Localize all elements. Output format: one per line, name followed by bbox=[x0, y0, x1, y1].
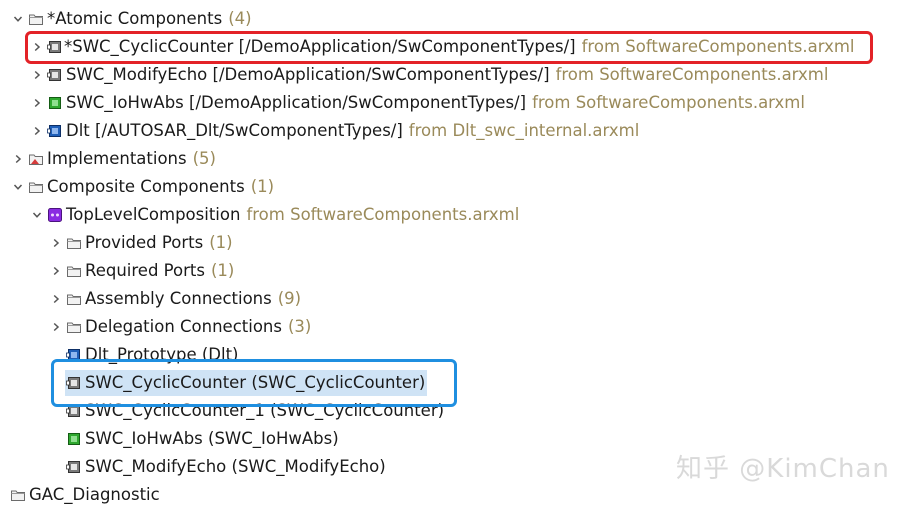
tree-node-assembly-connections[interactable]: Assembly Connections (9) bbox=[47, 285, 301, 313]
component-icon-blue bbox=[47, 123, 63, 139]
tree-node-count: (1) bbox=[250, 177, 275, 196]
tree-node-source: from SoftwareComponents.arxml bbox=[581, 37, 855, 56]
tree-node-label: GAC_Diagnostic bbox=[29, 485, 160, 504]
tree-node-swc-modifyecho-prototype[interactable]: SWC_ModifyEcho (SWC_ModifyEcho) bbox=[47, 453, 386, 481]
chevron-right-icon[interactable] bbox=[9, 145, 27, 173]
tree-node-swc-modifyecho[interactable]: SWC_ModifyEcho [/DemoApplication/SwCompo… bbox=[28, 61, 828, 89]
tree-node-count: (5) bbox=[192, 149, 216, 168]
tree-node-label: SWC_CyclicCounter_1 (SWC_CyclicCounter) bbox=[85, 401, 445, 420]
chevron-right-icon[interactable] bbox=[28, 89, 46, 117]
tree-node-implementations[interactable]: Implementations (5) bbox=[9, 145, 216, 173]
tree-node-source: from Dlt_swc_internal.arxml bbox=[408, 121, 640, 140]
tree-node-dlt[interactable]: Dlt [/AUTOSAR_Dlt/SwComponentTypes/] fro… bbox=[28, 117, 639, 145]
tree-node-atomic-components[interactable]: *Atomic Components (4) bbox=[9, 5, 252, 33]
tree-node-composite-components[interactable]: Composite Components (1) bbox=[9, 173, 274, 201]
component-icon-gray bbox=[66, 403, 82, 419]
folder-icon bbox=[10, 487, 26, 503]
component-icon-gray bbox=[47, 39, 63, 55]
tree-node-label: Dlt [/AUTOSAR_Dlt/SwComponentTypes/] bbox=[66, 121, 403, 140]
tree-node-label: Assembly Connections bbox=[85, 289, 272, 308]
tree-node-label: TopLevelComposition bbox=[66, 205, 241, 224]
chevron-down-icon[interactable] bbox=[9, 173, 27, 201]
chevron-right-icon[interactable] bbox=[47, 285, 65, 313]
folder-icon bbox=[28, 11, 44, 27]
tree-node-count: (1) bbox=[209, 233, 233, 252]
component-icon-blue bbox=[66, 347, 82, 363]
tree-node-dlt-prototype[interactable]: Dlt_Prototype (Dlt) bbox=[47, 341, 239, 369]
folder-icon bbox=[28, 179, 44, 195]
folder-icon bbox=[66, 319, 82, 335]
tree-node-swc-cycliccounter-prototype[interactable]: SWC_CyclicCounter (SWC_CyclicCounter) bbox=[47, 369, 428, 397]
folder-icon bbox=[66, 291, 82, 307]
watermark: 知乎 @KimChan bbox=[676, 454, 890, 484]
component-icon-gray bbox=[47, 67, 63, 83]
tree-node-label: Implementations bbox=[47, 149, 187, 168]
tree-node-source: from SoftwareComponents.arxml bbox=[555, 65, 829, 84]
tree-node-swc-iohwabs-prototype[interactable]: SWC_IoHwAbs (SWC_IoHwAbs) bbox=[47, 425, 339, 453]
selection-highlight: SWC_CyclicCounter (SWC_CyclicCounter) bbox=[65, 370, 428, 396]
folder-icon bbox=[66, 235, 82, 251]
component-icon-green bbox=[66, 431, 82, 447]
tree-node-label: *SWC_CyclicCounter [/DemoApplication/SwC… bbox=[64, 37, 576, 56]
tree-node-label: Provided Ports bbox=[85, 233, 204, 252]
component-icon-gray bbox=[66, 459, 82, 475]
component-icon-gray bbox=[66, 375, 82, 391]
tree-node-count: (9) bbox=[277, 289, 302, 308]
tree-node-label: SWC_IoHwAbs [/DemoApplication/SwComponen… bbox=[66, 93, 527, 112]
tree-node-source: from SoftwareComponents.arxml bbox=[246, 205, 520, 224]
chevron-down-icon[interactable] bbox=[9, 5, 27, 33]
tree-node-count: (3) bbox=[288, 317, 312, 336]
tree-node-count: (4) bbox=[228, 9, 252, 28]
tree-node-label: *Atomic Components bbox=[47, 9, 223, 28]
tree-node-swc-cycliccounter[interactable]: *SWC_CyclicCounter [/DemoApplication/SwC… bbox=[28, 33, 855, 61]
chevron-right-icon[interactable] bbox=[28, 33, 46, 61]
implementation-folder-icon bbox=[28, 151, 44, 167]
chevron-down-icon[interactable] bbox=[28, 201, 46, 229]
tree-node-required-ports[interactable]: Required Ports (1) bbox=[47, 257, 234, 285]
tree-node-delegation-connections[interactable]: Delegation Connections (3) bbox=[47, 313, 311, 341]
tree-node-gac-diagnostic[interactable]: GAC_Diagnostic bbox=[0, 481, 160, 509]
tree-node-toplevelcomposition[interactable]: TopLevelComposition from SoftwareCompone… bbox=[28, 201, 519, 229]
tree-node-count: (1) bbox=[211, 261, 235, 280]
chevron-right-icon[interactable] bbox=[28, 117, 46, 145]
tree-node-provided-ports[interactable]: Provided Ports (1) bbox=[47, 229, 233, 257]
tree-node-swc-cycliccounter-1-prototype[interactable]: SWC_CyclicCounter_1 (SWC_CyclicCounter) bbox=[47, 397, 444, 425]
tree-node-label: Composite Components bbox=[47, 177, 245, 196]
tree-node-label: SWC_ModifyEcho (SWC_ModifyEcho) bbox=[85, 457, 386, 476]
tree-node-label: SWC_IoHwAbs (SWC_IoHwAbs) bbox=[85, 429, 339, 448]
tree-node-source: from SoftwareComponents.arxml bbox=[532, 93, 805, 112]
tree-node-label: SWC_CyclicCounter (SWC_CyclicCounter) bbox=[85, 373, 426, 392]
tree-node-label: Delegation Connections bbox=[85, 317, 282, 336]
folder-icon bbox=[66, 263, 82, 279]
chevron-right-icon[interactable] bbox=[47, 313, 65, 341]
tree-node-label: Dlt_Prototype (Dlt) bbox=[85, 345, 239, 364]
composition-icon bbox=[47, 207, 63, 223]
component-icon-green bbox=[47, 95, 63, 111]
tree-node-label: Required Ports bbox=[85, 261, 205, 280]
tree-node-swc-iohwabs[interactable]: SWC_IoHwAbs [/DemoApplication/SwComponen… bbox=[28, 89, 805, 117]
chevron-right-icon[interactable] bbox=[28, 61, 46, 89]
chevron-right-icon[interactable] bbox=[47, 229, 65, 257]
chevron-right-icon[interactable] bbox=[47, 257, 65, 285]
tree-node-label: SWC_ModifyEcho [/DemoApplication/SwCompo… bbox=[66, 65, 550, 84]
